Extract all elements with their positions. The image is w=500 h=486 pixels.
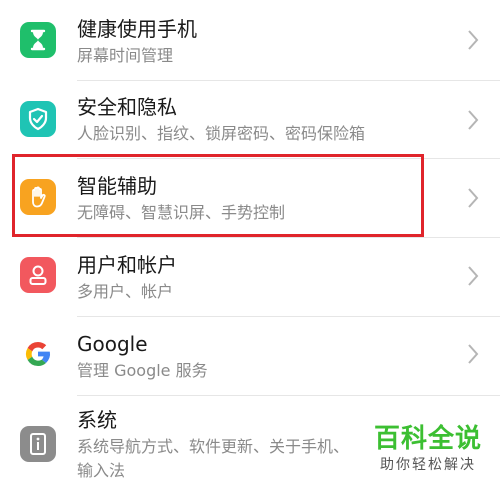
item-subtitle: 管理 Google 服务 [77,361,208,380]
settings-item-security-privacy[interactable]: 安全和隐私 人脸识别、指纹、锁屏密码、密码保险箱 [0,81,500,159]
chevron-right-icon [468,344,479,364]
item-subtitle: 多用户、帐户 [77,282,174,301]
item-subtitle: 屏幕时间管理 [77,46,174,65]
hourglass-icon [20,22,56,58]
settings-item-google[interactable]: Google 管理 Google 服务 [0,317,500,395]
settings-screen: 健康使用手机 屏幕时间管理 安全和隐私 人脸识别、指纹、锁屏密码、密码保险箱 智… [0,0,500,486]
user-icon [20,257,56,293]
item-title: Google [77,332,148,356]
settings-item-users-accounts[interactable]: 用户和帐户 多用户、帐户 [0,238,500,316]
settings-item-digital-balance[interactable]: 健康使用手机 屏幕时间管理 [0,0,500,80]
highlight-box [12,154,424,237]
item-title: 安全和隐私 [77,95,177,119]
item-subtitle: 系统导航方式、软件更新、关于手机、 [77,437,350,456]
item-title: 健康使用手机 [77,17,197,41]
item-title: 用户和帐户 [77,253,177,277]
google-icon [20,336,56,372]
chevron-right-icon [468,188,479,208]
info-icon [20,426,56,462]
watermark-logo-text: 百科全说 [374,424,483,454]
item-title: 系统 [77,408,117,432]
chevron-right-icon [468,110,479,130]
item-subtitle: 人脸识别、指纹、锁屏密码、密码保险箱 [77,124,366,143]
chevron-right-icon [468,266,479,286]
item-subtitle-line2: 输入法 [77,461,126,480]
shield-check-icon [20,101,56,137]
chevron-right-icon [468,30,479,50]
watermark-tagline: 助你轻松解决 [380,457,476,473]
